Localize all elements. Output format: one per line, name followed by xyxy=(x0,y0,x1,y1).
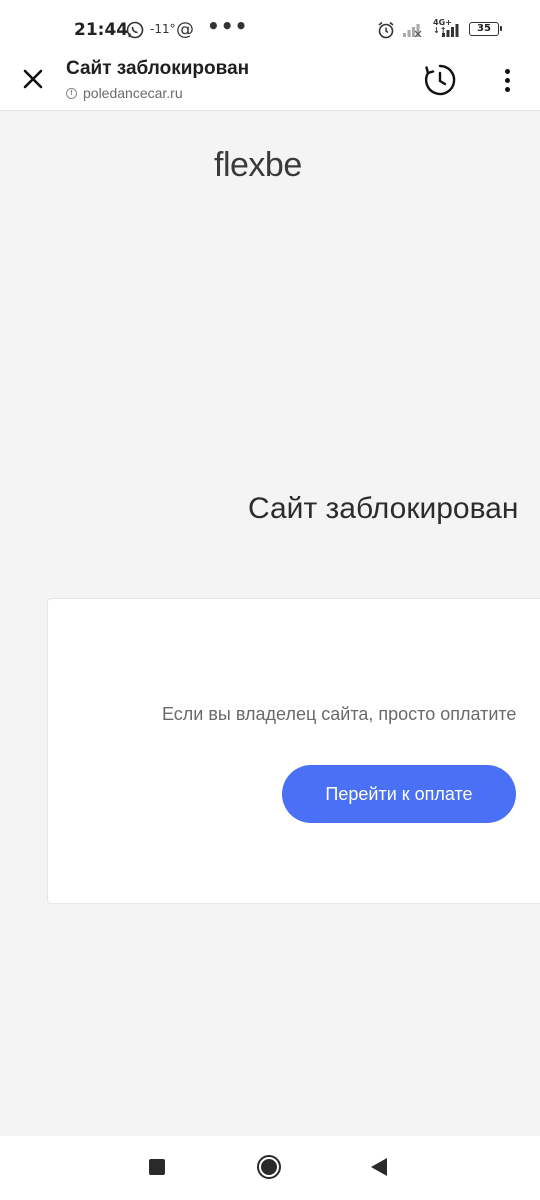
go-to-payment-button[interactable]: Перейти к оплате xyxy=(282,765,516,823)
url-text: poledancecar.ru xyxy=(83,85,183,101)
at-icon: @ xyxy=(176,19,194,40)
flexbe-logo: flexbe xyxy=(214,146,302,184)
history-icon xyxy=(424,64,456,96)
status-temperature: -11° xyxy=(150,22,176,36)
page-title: Сайт заблокирован xyxy=(66,58,250,79)
more-menu-button[interactable] xyxy=(494,62,520,98)
back-icon[interactable] xyxy=(371,1158,387,1176)
history-button[interactable] xyxy=(421,61,459,99)
url-bar[interactable]: ! poledancecar.ru xyxy=(66,85,183,101)
owner-message: Если вы владелец сайта, просто оплатите xyxy=(162,704,517,724)
close-button[interactable] xyxy=(16,62,50,96)
browser-header: Сайт заблокирован ! poledancecar.ru xyxy=(0,52,540,111)
signal-4g-icon xyxy=(441,23,461,37)
screen: 21:44 -11° @ ••• 4G+ ↓↑ 35 Сайт заблокир… xyxy=(0,0,540,1200)
home-icon[interactable] xyxy=(257,1155,281,1179)
whatsapp-icon xyxy=(126,21,144,39)
battery-icon: 35 xyxy=(469,22,502,36)
close-icon xyxy=(23,69,43,89)
more-vert-icon xyxy=(504,68,510,74)
status-time: 21:44 xyxy=(74,20,129,40)
payment-card: Если вы владелец сайта, просто оплатите … xyxy=(47,598,540,904)
status-bar: 21:44 -11° @ ••• 4G+ ↓↑ 35 xyxy=(0,0,540,52)
info-icon: ! xyxy=(66,87,77,99)
alarm-icon xyxy=(377,21,395,39)
signal-off-icon xyxy=(402,23,422,37)
more-notifications-icon: ••• xyxy=(207,14,249,38)
blocked-heading: Сайт заблокирован xyxy=(248,492,519,525)
navigation-bar xyxy=(0,1136,540,1200)
recents-icon[interactable] xyxy=(149,1159,165,1175)
